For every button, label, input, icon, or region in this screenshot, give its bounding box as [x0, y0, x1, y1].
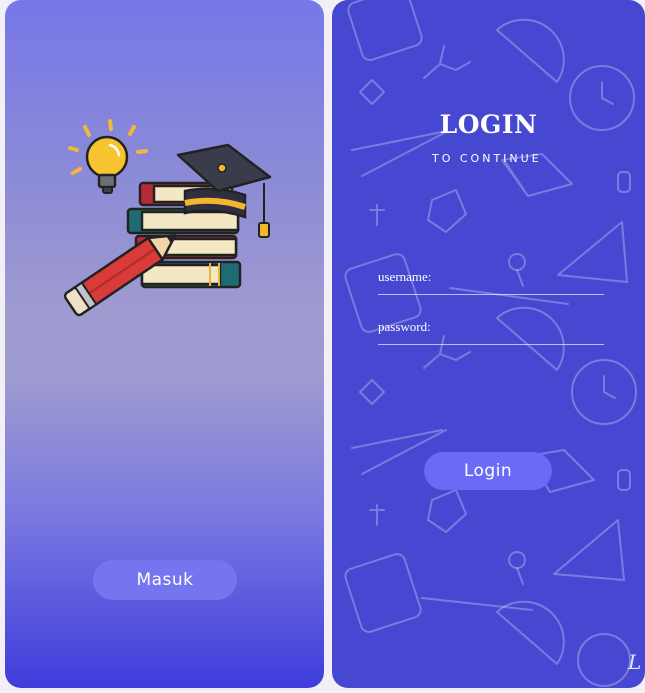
username-input[interactable]	[378, 272, 604, 295]
login-title: LOGIN	[439, 110, 538, 139]
welcome-screen: Masuk	[5, 0, 324, 688]
password-input[interactable]	[378, 322, 604, 345]
education-illustration	[63, 119, 272, 317]
masuk-button[interactable]: Masuk	[93, 560, 237, 600]
login-button[interactable]: Login	[424, 452, 552, 490]
login-screen: LOGIN TO CONTINUE username: password: Lo…	[332, 0, 645, 688]
login-subtitle: TO CONTINUE	[432, 152, 542, 165]
signature-mark: L	[628, 650, 642, 674]
